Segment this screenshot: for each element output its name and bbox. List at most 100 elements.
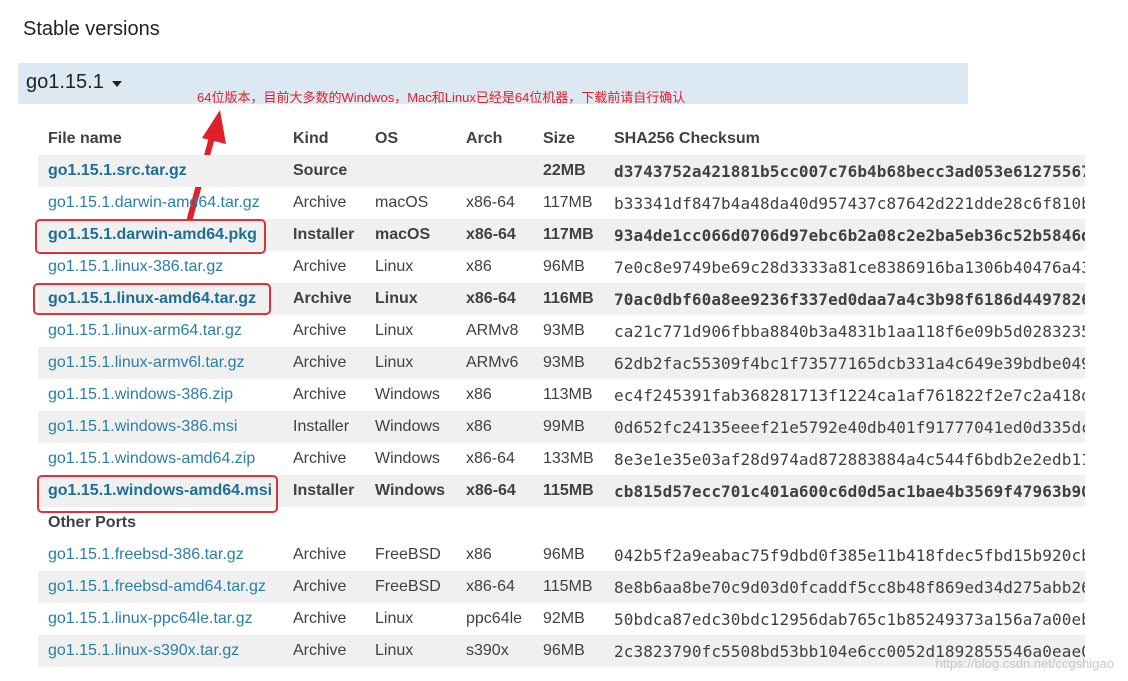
table-row: go1.15.1.linux-arm64.tar.gz Archive Linux A… bbox=[38, 315, 1085, 347]
version-select-value: go1.15.1 bbox=[26, 71, 104, 93]
kind-cell: Archive bbox=[293, 546, 347, 563]
arch-cell: x86-64 bbox=[456, 219, 533, 251]
kind-cell: Source bbox=[283, 155, 365, 187]
checksum-cell: ca21c771d906fbba8840b3a4831b1aa118f6e09b… bbox=[614, 321, 1085, 341]
arch-cell: s390x bbox=[456, 635, 533, 667]
arch-cell: x86-64 bbox=[466, 194, 515, 211]
arch-cell: x86-64 bbox=[456, 283, 533, 315]
arch-cell: x86 bbox=[466, 258, 492, 275]
arch-cell: x86-64 bbox=[456, 571, 533, 603]
table-row: go1.15.1.freebsd-386.tar.gz Archive FreeBS… bbox=[38, 539, 1085, 571]
file-name-link[interactable]: go1.15.1.windows-386.msi bbox=[48, 418, 237, 435]
size-cell: 93MB bbox=[533, 347, 604, 379]
file-name-cell: go1.15.1.darwin-amd64.tar.gz bbox=[38, 187, 283, 219]
caret-down-icon bbox=[111, 80, 122, 87]
version-select[interactable]: go1.15.1 bbox=[26, 71, 122, 94]
file-name-cell: go1.15.1.linux-ppc64le.tar.gz bbox=[38, 603, 283, 635]
os-cell: FreeBSD bbox=[375, 546, 441, 563]
os-cell: FreeBSD bbox=[365, 571, 456, 603]
os-cell: Linux bbox=[365, 347, 456, 379]
arch-cell: x86-64 bbox=[466, 450, 515, 467]
file-name-link[interactable]: go1.15.1.linux-ppc64le.tar.gz bbox=[48, 610, 253, 627]
os-cell: Linux bbox=[375, 322, 414, 339]
size-cell: 96MB bbox=[543, 258, 585, 275]
kind-cell: Archive bbox=[293, 450, 347, 467]
file-name-cell: go1.15.1.linux-386.tar.gz bbox=[38, 251, 283, 283]
file-name-link[interactable]: go1.15.1.freebsd-386.tar.gz bbox=[48, 546, 244, 563]
checksum-cell: 042b5f2a9eabac75f9dbd0f385e11b418fdec5fb… bbox=[614, 545, 1085, 565]
table-row: go1.15.1.src.tar.gz Source 22MB d3743752a42… bbox=[38, 155, 1085, 187]
table-row: go1.15.1.windows-386.zip Archive Windows x8… bbox=[38, 379, 1085, 411]
size-cell: 115MB bbox=[533, 571, 604, 603]
table-row: go1.15.1.linux-386.tar.gz Archive Linux x86… bbox=[38, 251, 1085, 283]
kind-cell: Archive bbox=[293, 194, 347, 211]
checksum-cell: 70ac0dbf60a8ee9236f337ed0daa7a4c3b98f618… bbox=[604, 283, 1085, 315]
table-row: go1.15.1.linux-armv6l.tar.gz Archive Linux… bbox=[38, 347, 1085, 379]
arch-cell: x86 bbox=[466, 546, 492, 563]
file-name-cell: go1.15.1.src.tar.gz bbox=[38, 155, 283, 187]
header-kind: Kind bbox=[293, 130, 329, 147]
arch-cell: x86-64 bbox=[456, 475, 533, 507]
kind-cell: Archive bbox=[283, 571, 365, 603]
os-cell: Linux bbox=[365, 635, 456, 667]
size-cell: 92MB bbox=[543, 610, 585, 627]
file-name-link[interactable]: go1.15.1.linux-arm64.tar.gz bbox=[48, 322, 242, 339]
checksum-cell: 62db2fac55309f4bc1f73577165dcb331a4c649e… bbox=[604, 347, 1085, 379]
page-title: Stable versions bbox=[23, 18, 160, 40]
file-name-cell: go1.15.1.linux-s390x.tar.gz bbox=[38, 635, 283, 667]
os-cell: Windows bbox=[375, 450, 440, 467]
file-name-link[interactable]: go1.15.1.freebsd-amd64.tar.gz bbox=[48, 578, 266, 595]
size-cell: 22MB bbox=[533, 155, 604, 187]
file-name-cell: go1.15.1.linux-arm64.tar.gz bbox=[38, 315, 283, 347]
checksum-cell: ec4f245391fab368281713f1224ca1af761822f2… bbox=[614, 385, 1085, 405]
checksum-cell: b33341df847b4a48da40d957437c87642d221dde… bbox=[614, 193, 1085, 213]
arch-cell bbox=[456, 155, 533, 187]
kind-cell: Archive bbox=[283, 347, 365, 379]
file-name-cell: go1.15.1.windows-386.zip bbox=[38, 379, 283, 411]
table-row: go1.15.1.darwin-amd64.tar.gz Archive macOS… bbox=[38, 187, 1085, 219]
kind-cell: Archive bbox=[283, 635, 365, 667]
file-name-cell: go1.15.1.freebsd-amd64.tar.gz bbox=[38, 571, 283, 603]
os-cell: Linux bbox=[365, 283, 456, 315]
checksum-cell: 7e0c8e9749be69c28d3333a81ce8386916ba1306… bbox=[614, 257, 1085, 277]
table-row: go1.15.1.linux-ppc64le.tar.gz Archive Linu… bbox=[38, 603, 1085, 635]
downloads-table: File name Kind OS Arch Size SHA256 Check… bbox=[38, 123, 1085, 667]
checksum-cell: cb815d57ecc701c401a600c6d0d5ac1bae4b3569… bbox=[604, 475, 1085, 507]
os-cell: Linux bbox=[375, 610, 414, 627]
kind-cell: Archive bbox=[293, 610, 347, 627]
os-cell: Windows bbox=[375, 386, 440, 403]
header-file-name: File name bbox=[48, 130, 122, 147]
header-size: Size bbox=[543, 130, 576, 147]
size-cell: 93MB bbox=[543, 322, 585, 339]
os-cell bbox=[365, 155, 456, 187]
annotation-text: 64位版本，目前大多数的Windwos，Mac和Linux已经是64位机器，下载… bbox=[197, 90, 686, 105]
file-name-link[interactable]: go1.15.1.linux-s390x.tar.gz bbox=[48, 642, 239, 659]
os-cell: macOS bbox=[365, 219, 456, 251]
table-header-row: File name Kind OS Arch Size SHA256 Check… bbox=[38, 123, 1085, 155]
file-name-link[interactable]: go1.15.1.darwin-amd64.tar.gz bbox=[48, 194, 260, 211]
checksum-cell: 50bdca87edc30bdc12956dab765c1b85249373a1… bbox=[614, 609, 1085, 629]
highlight-box-darwin-pkg bbox=[35, 219, 266, 254]
size-cell: 99MB bbox=[533, 411, 604, 443]
size-cell: 115MB bbox=[533, 475, 604, 507]
arch-cell: ARMv8 bbox=[466, 322, 519, 339]
table-row: go1.15.1.windows-386.msi Installer Windows… bbox=[38, 411, 1085, 443]
size-cell: 117MB bbox=[533, 219, 604, 251]
arch-cell: ppc64le bbox=[466, 610, 523, 627]
table-row: go1.15.1.freebsd-amd64.tar.gz Archive Free… bbox=[38, 571, 1085, 603]
kind-cell: Archive bbox=[283, 283, 365, 315]
header-arch: Arch bbox=[466, 130, 503, 147]
file-name-link[interactable]: go1.15.1.linux-armv6l.tar.gz bbox=[48, 354, 245, 371]
file-name-link[interactable]: go1.15.1.linux-386.tar.gz bbox=[48, 258, 223, 275]
arch-cell: ARMv6 bbox=[456, 347, 533, 379]
size-cell: 96MB bbox=[543, 546, 585, 563]
header-os: OS bbox=[375, 130, 399, 147]
file-name-link[interactable]: go1.15.1.windows-amd64.zip bbox=[48, 450, 255, 467]
file-name-link[interactable]: go1.15.1.windows-386.zip bbox=[48, 386, 233, 403]
kind-cell: Archive bbox=[293, 322, 347, 339]
size-cell: 133MB bbox=[543, 450, 594, 467]
file-name-link[interactable]: go1.15.1.src.tar.gz bbox=[48, 162, 187, 179]
arch-cell: x86 bbox=[466, 386, 492, 403]
kind-cell: Archive bbox=[293, 386, 347, 403]
os-cell: Windows bbox=[365, 411, 456, 443]
